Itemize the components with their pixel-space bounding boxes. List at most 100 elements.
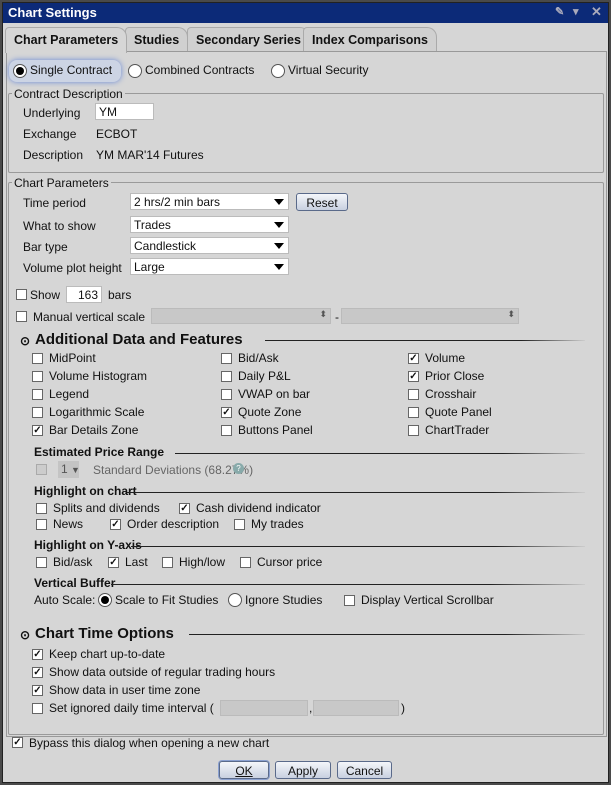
price-range-title: Estimated Price Range (34, 445, 165, 459)
highlight-chart-0-checkbox[interactable] (36, 503, 47, 514)
bars-count-input[interactable]: 163 (66, 286, 102, 303)
std-dev-value: 1 (61, 462, 68, 476)
option-1-checkbox[interactable] (221, 353, 232, 364)
chevron-down-icon (274, 243, 284, 249)
what-to-show-select[interactable]: Trades (130, 216, 289, 233)
time-option-3-checkbox[interactable] (32, 703, 43, 714)
time-option-0-label: Keep chart up-to-date (49, 647, 166, 661)
volume-height-label: Volume plot height (23, 261, 122, 275)
tab-studies[interactable]: Studies (125, 27, 189, 52)
std-dev-select[interactable]: 1 ▼ (58, 461, 80, 478)
show-label: Show (30, 288, 61, 302)
highlight-chart-4-checkbox[interactable] (234, 519, 245, 530)
bar-type-select[interactable]: Candlestick (130, 237, 289, 254)
option-9-checkbox[interactable] (32, 407, 43, 418)
show-bars-checkbox[interactable] (16, 289, 27, 300)
highlight-chart-1-label: Cash dividend indicator (196, 501, 321, 515)
highlight-y-0-checkbox[interactable] (36, 557, 47, 568)
divider (175, 453, 585, 454)
manual-scale-label: Manual vertical scale (33, 310, 146, 324)
highlight-chart-1-checkbox[interactable]: ✓ (179, 503, 190, 514)
option-9-label: Logarithmic Scale (49, 405, 145, 419)
cancel-button[interactable]: Cancel (337, 761, 392, 779)
highlight-y-2-checkbox[interactable] (162, 557, 173, 568)
option-3-checkbox[interactable] (32, 371, 43, 382)
time-period-value: 2 hrs/2 min bars (134, 195, 221, 209)
option-11-label: Quote Panel (425, 405, 492, 419)
time-option-1-label: Show data outside of regular trading hou… (49, 665, 276, 679)
tab-secondary-series[interactable]: Secondary Series (187, 27, 310, 52)
exchange-value: ECBOT (96, 127, 138, 141)
bar-type-value: Candlestick (134, 239, 197, 253)
help-icon[interactable]: ? (233, 463, 244, 474)
contract-description-title: Contract Description (12, 87, 125, 101)
option-10-checkbox[interactable]: ✓ (221, 407, 232, 418)
vertical-scrollbar-checkbox[interactable] (344, 595, 355, 606)
option-5-checkbox[interactable]: ✓ (408, 371, 419, 382)
time-period-select[interactable]: 2 hrs/2 min bars (130, 193, 289, 210)
price-range-checkbox[interactable] (36, 464, 47, 475)
option-14-checkbox[interactable] (408, 425, 419, 436)
option-7-checkbox[interactable] (221, 389, 232, 400)
radio-ignore-studies[interactable] (228, 593, 242, 607)
what-to-show-label: What to show (23, 219, 96, 233)
highlight-y-3-checkbox[interactable] (240, 557, 251, 568)
divider (111, 584, 585, 585)
divider (265, 340, 585, 341)
scale-min-spinner[interactable]: ⬍ (151, 308, 331, 324)
underlying-input[interactable]: YM (95, 103, 154, 120)
label-virtual-security: Virtual Security (288, 63, 369, 77)
highlight-chart-2-checkbox[interactable] (36, 519, 47, 530)
pin-icon[interactable]: ✎ (555, 5, 564, 18)
option-8-checkbox[interactable] (408, 389, 419, 400)
manual-scale-checkbox[interactable] (16, 311, 27, 322)
tab-chart-parameters[interactable]: Chart Parameters (5, 27, 128, 53)
option-0-checkbox[interactable] (32, 353, 43, 364)
time-option-0-checkbox[interactable]: ✓ (32, 649, 43, 660)
option-4-label: Daily P&L (238, 369, 291, 383)
volume-height-value: Large (134, 260, 165, 274)
chevron-down-icon (274, 222, 284, 228)
highlight-chart-0-label: Splits and dividends (53, 501, 160, 515)
divider (131, 546, 585, 547)
time-period-label: Time period (23, 196, 86, 210)
highlight-y-1-label: Last (125, 555, 148, 569)
highlight-y-0-label: Bid/ask (53, 555, 93, 569)
radio-virtual-security[interactable] (271, 64, 285, 78)
option-6-checkbox[interactable] (32, 389, 43, 400)
highlight-chart-3-checkbox[interactable]: ✓ (110, 519, 121, 530)
collapse-icon[interactable]: ⊙ (20, 628, 30, 642)
menu-down-icon[interactable]: ▾ (573, 5, 579, 18)
option-4-checkbox[interactable] (221, 371, 232, 382)
description-value: YM MAR'14 Futures (96, 148, 204, 162)
ignored-end-field[interactable] (313, 700, 399, 716)
option-10-label: Quote Zone (238, 405, 302, 419)
bar-type-label: Bar type (23, 240, 68, 254)
label-single-contract: Single Contract (30, 63, 113, 77)
time-option-3-label: Set ignored daily time interval ( (49, 701, 214, 715)
ignored-start-field[interactable] (220, 700, 308, 716)
volume-height-select[interactable]: Large (130, 258, 289, 275)
chevron-down-icon: ▼ (71, 465, 80, 475)
reset-button[interactable]: Reset (296, 193, 348, 211)
time-option-1-checkbox[interactable]: ✓ (32, 667, 43, 678)
scale-max-spinner[interactable]: ⬍ (341, 308, 519, 324)
bypass-checkbox[interactable]: ✓ (12, 737, 23, 748)
highlight-y-1-checkbox[interactable]: ✓ (108, 557, 119, 568)
tab-index-comparisons[interactable]: Index Comparisons (303, 27, 437, 52)
radio-single-contract[interactable] (13, 64, 27, 78)
option-13-checkbox[interactable] (221, 425, 232, 436)
radio-combined-contracts[interactable] (128, 64, 142, 78)
spinner-arrows-icon: ⬍ (319, 309, 327, 319)
option-11-checkbox[interactable] (408, 407, 419, 418)
radio-scale-to-fit[interactable] (98, 593, 112, 607)
collapse-icon[interactable]: ⊙ (20, 334, 30, 348)
option-2-checkbox[interactable]: ✓ (408, 353, 419, 364)
close-icon[interactable]: ✕ (591, 4, 602, 20)
time-option-2-checkbox[interactable]: ✓ (32, 685, 43, 696)
apply-button[interactable]: Apply (275, 761, 331, 779)
option-12-checkbox[interactable]: ✓ (32, 425, 43, 436)
highlight-y-2-label: High/low (179, 555, 226, 569)
ok-button[interactable]: OK (219, 761, 269, 779)
highlight-chart-title: Highlight on chart (34, 484, 137, 498)
